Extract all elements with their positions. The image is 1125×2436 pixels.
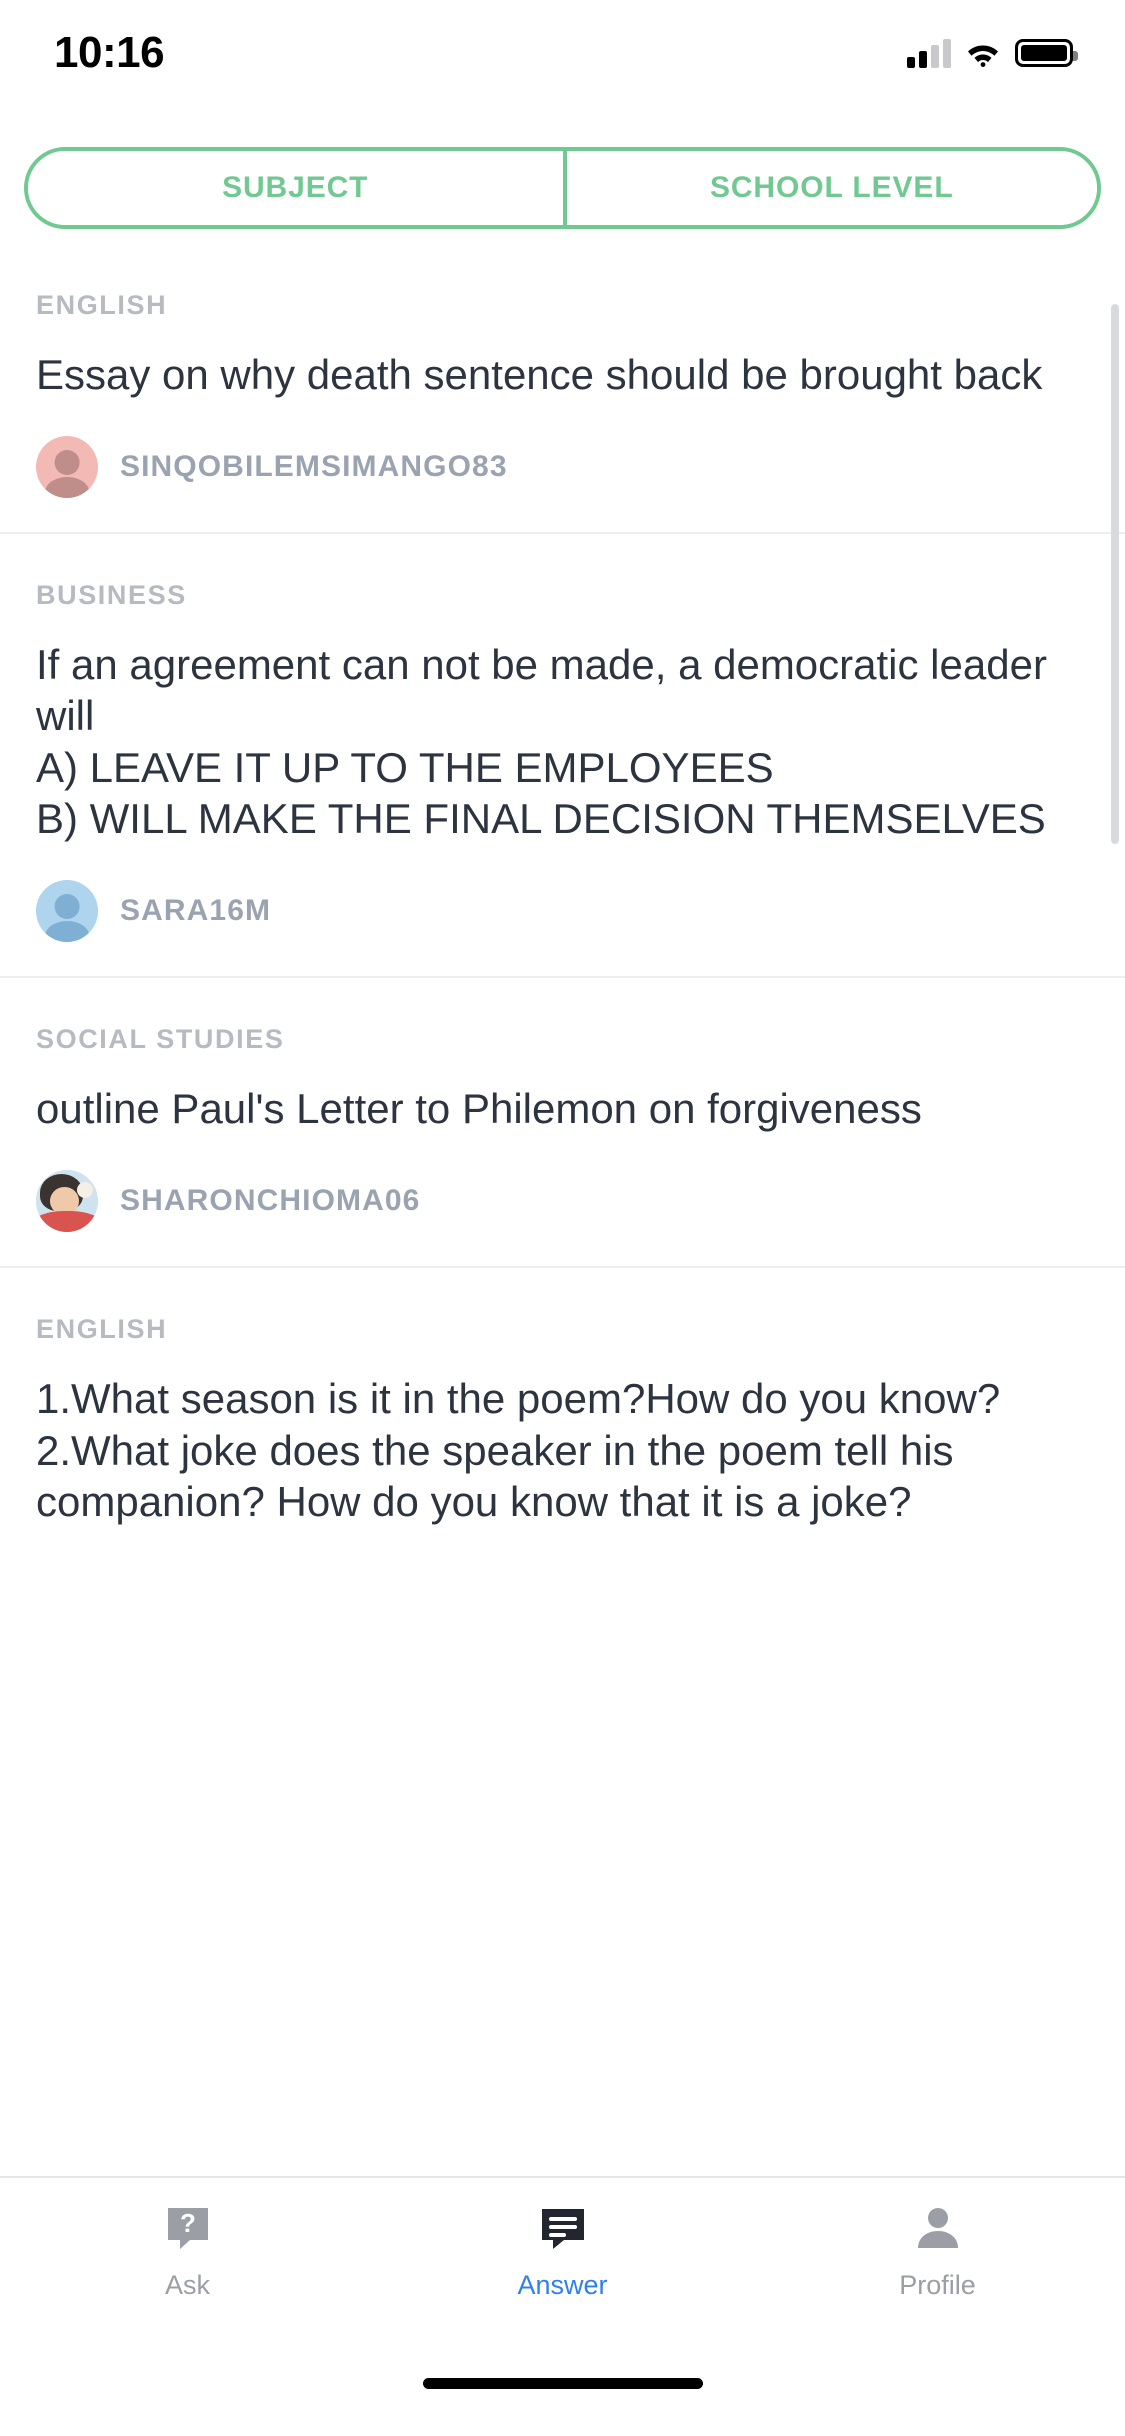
home-indicator[interactable] [422,2378,703,2389]
question-author[interactable]: SARA16M [36,880,1089,943]
answer-chat-icon [537,2200,589,2256]
question-author[interactable]: SINQOBILEMSIMANGO83 [36,436,1089,499]
author-username: SINQOBILEMSIMANGO83 [120,450,508,484]
list-item[interactable]: ENGLISH Essay on why death sentence shou… [0,244,1125,535]
author-username: SHARONCHIOMA06 [120,1184,421,1218]
question-subject-label: SOCIAL STUDIES [36,1024,285,1055]
avatar [36,880,98,943]
list-item[interactable]: BUSINESS If an agreement can not be made… [0,534,1125,979]
tab-subject[interactable]: SUBJECT [28,151,563,225]
cellular-signal-icon [907,38,951,68]
question-list: ENGLISH Essay on why death sentence shou… [0,244,1125,1561]
question-subject-label: ENGLISH [36,1314,168,1345]
tab-ask[interactable]: ? Ask [0,2200,375,2301]
author-username: SARA16M [120,894,272,928]
question-bubble-icon: ? [162,2200,214,2256]
home-indicator-area [0,2364,1125,2436]
filter-segmented-control: SUBJECT SCHOOL LEVEL [0,132,1125,244]
status-bar-time: 10:16 [54,28,165,77]
question-option-a: A) LEAVE IT UP TO THE EMPLOYEES [36,743,774,791]
list-item[interactable]: SOCIAL STUDIES outline Paul's Letter to … [0,978,1125,1269]
question-subject-label: BUSINESS [36,580,187,611]
tab-school-level[interactable]: SCHOOL LEVEL [562,151,1097,225]
tab-profile[interactable]: Profile [750,2200,1125,2301]
question-title: outline Paul's Letter to Philemon on for… [36,1085,922,1133]
question-option-b: B) WILL MAKE THE FINAL DECISION THEMSELV… [36,794,1046,842]
avatar [36,436,98,499]
vertical-scrollbar[interactable] [1111,304,1119,844]
battery-full-icon [1015,39,1078,67]
status-bar-indicators [907,38,1078,68]
question-title: 1.What season is it in the poem?How do y… [36,1375,1001,1423]
question-subject-label: ENGLISH [36,290,168,320]
svg-text:?: ? [180,2208,196,2238]
question-title: If an agreement can not be made, a democ… [36,641,1047,740]
question-list-container[interactable]: ENGLISH Essay on why death sentence shou… [0,244,1125,2176]
avatar [36,1170,98,1233]
tab-profile-label: Profile [899,2270,976,2300]
status-bar: 10:16 [0,0,1125,132]
question-body: 2.What joke does the speaker in the poem… [36,1426,954,1525]
tab-ask-label: Ask [164,2270,210,2300]
list-item[interactable]: ENGLISH 1.What season is it in the poem?… [0,1268,1125,1561]
question-title: Essay on why death sentence should be br… [36,351,1043,398]
tab-answer[interactable]: Answer [375,2200,750,2301]
bottom-tab-bar: ? Ask Answer Profile [0,2176,1125,2364]
app-screen: 10:16 SUBJECT SCHOOL LEVEL ENGLISH Essay… [0,0,1125,2436]
wifi-icon [965,39,1001,67]
person-icon [912,2200,964,2256]
tab-answer-label: Answer [517,2270,608,2300]
question-author[interactable]: SHARONCHIOMA06 [36,1170,1089,1233]
